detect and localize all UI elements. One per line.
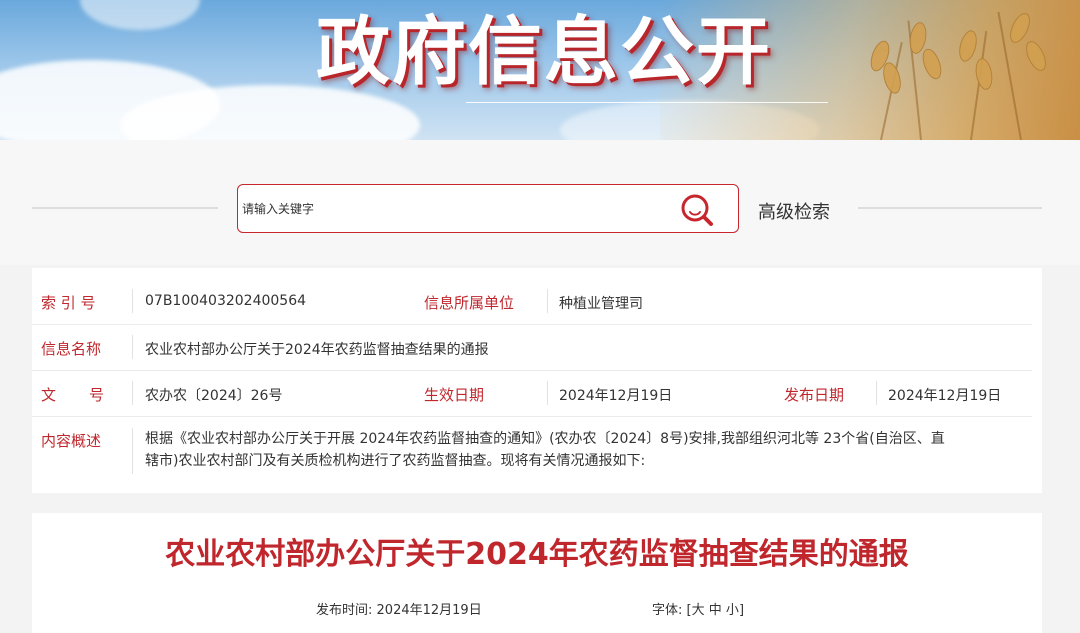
header-banner: 政府信息公开	[0, 0, 1080, 140]
summary-line: 辖市)农业农村部门及有关质检机构进行了农药监督抽查。现将有关情况通报如下:	[145, 453, 646, 469]
font-size-small-button[interactable]: 小	[726, 603, 739, 618]
divider	[876, 381, 877, 405]
search-input[interactable]	[240, 195, 664, 223]
publish-date-value: 2024年12月19日	[888, 388, 1002, 404]
search-left-rule	[32, 207, 218, 209]
search-box	[237, 184, 739, 233]
publish-time-value: 2024年12月19日	[376, 603, 482, 618]
article-title: 农业农村部办公厅关于2024年农药监督抽查结果的通报	[165, 537, 909, 572]
department-label: 信息所属单位	[424, 294, 515, 312]
publish-date-label: 发布日期	[784, 386, 845, 404]
doc-number-value: 农办农〔2024〕26号	[145, 388, 283, 404]
department-value: 种植业管理司	[559, 296, 643, 312]
effective-date-value: 2024年12月19日	[559, 388, 673, 404]
info-name-value: 农业农村部办公厅关于2024年农药监督抽查结果的通报	[145, 342, 489, 358]
summary-label: 内容概述	[41, 432, 102, 450]
banner-underline	[466, 102, 828, 103]
index-number-label: 索 引 号	[41, 294, 96, 312]
search-icon	[681, 194, 713, 226]
doc-number-label-b: 号	[89, 386, 105, 404]
font-bracket-close: ]	[738, 603, 745, 618]
cloud-decoration	[80, 0, 200, 30]
doc-number-label-a: 文	[41, 386, 57, 404]
summary-text: 根据《农业农村部办公厅关于开展 2024年农药监督抽查的通知》(农办农〔2024…	[145, 428, 1035, 472]
effective-date-label: 生效日期	[424, 386, 485, 404]
advanced-search-link[interactable]: 高级检索	[758, 198, 830, 224]
search-right-rule	[858, 207, 1042, 209]
row-divider	[32, 416, 1032, 417]
font-size-large-button[interactable]: 大	[692, 603, 705, 618]
publish-time: 发布时间: 2024年12月19日	[316, 599, 482, 618]
publish-time-label: 发布时间:	[316, 603, 373, 618]
divider	[132, 289, 133, 313]
row-divider	[32, 370, 1032, 371]
search-button[interactable]	[678, 191, 718, 229]
divider	[132, 381, 133, 405]
divider	[132, 335, 133, 359]
index-number-value: 07B100403202400564	[145, 293, 307, 309]
article-section: 农业农村部办公厅关于2024年农药监督抽查结果的通报 发布时间: 2024年12…	[32, 513, 1042, 633]
banner-title: 政府信息公开	[316, 9, 772, 95]
divider	[547, 289, 548, 313]
font-size-control: 字体: [大 中 小]	[652, 599, 744, 618]
info-panel: 索 引 号 07B100403202400564 信息所属单位 种植业管理司 信…	[32, 268, 1042, 493]
font-size-medium-button[interactable]: 中	[709, 603, 722, 618]
info-name-label: 信息名称	[41, 340, 102, 358]
divider	[547, 381, 548, 405]
divider	[132, 428, 133, 474]
row-divider	[32, 324, 1032, 325]
summary-line: 根据《农业农村部办公厅关于开展 2024年农药监督抽查的通知》(农办农〔2024…	[145, 431, 945, 447]
font-size-label: 字体:	[652, 603, 683, 618]
